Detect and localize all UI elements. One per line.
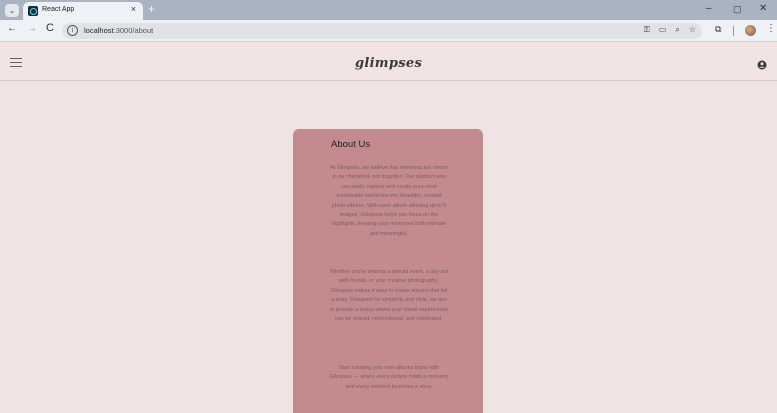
browser-menu-icon[interactable]: ⋮	[766, 23, 776, 34]
about-paragraph: Whether you're sharing a special event, …	[329, 269, 449, 323]
extensions-icon[interactable]: ⧉	[715, 24, 721, 35]
brand-logo[interactable]: glimpses	[0, 56, 777, 71]
browser-toolbar: ← → C i localhost:3000/about ⚿ ▭ ⌕ ☆ ⧉ ⋮	[0, 20, 777, 42]
about-title: About Us	[331, 139, 371, 150]
account-circle-icon[interactable]	[757, 60, 767, 70]
minimize-button[interactable]: –	[706, 3, 712, 14]
about-paragraph: At Glimpses, we believe that moments are…	[330, 165, 448, 237]
tab-close-icon[interactable]: ×	[131, 4, 136, 14]
close-window-button[interactable]: ✕	[759, 3, 767, 14]
cast-icon[interactable]: ▭	[659, 25, 667, 35]
site-info-icon[interactable]: i	[67, 25, 78, 36]
react-favicon-icon	[28, 6, 38, 16]
tab-title: React App	[42, 6, 75, 13]
app-header: glimpses	[0, 43, 777, 81]
forward-button[interactable]: →	[27, 23, 37, 34]
about-card: About Us At Glimpses, we believe that mo…	[293, 129, 483, 413]
toolbar-divider	[733, 26, 734, 36]
url-path: :3000/about	[113, 26, 154, 35]
about-paragraph: Start creating your own albums today wit…	[329, 365, 449, 390]
omnibox-actions: ⚿ ▭ ⌕ ☆	[644, 25, 696, 35]
browser-tab[interactable]: React App ×	[23, 2, 143, 20]
new-tab-button[interactable]: +	[148, 2, 155, 16]
reload-button[interactable]: C	[46, 22, 54, 34]
browser-tab-strip: ⌄ React App × + – ▢ ✕	[0, 0, 777, 20]
password-key-icon[interactable]: ⚿	[644, 25, 650, 35]
address-bar[interactable]: i localhost:3000/about ⚿ ▭ ⌕ ☆	[62, 23, 702, 39]
zoom-icon[interactable]: ⌕	[675, 25, 679, 35]
profile-avatar[interactable]	[745, 25, 756, 36]
maximize-button[interactable]: ▢	[733, 4, 742, 15]
bookmark-star-icon[interactable]: ☆	[689, 25, 696, 35]
url-host: localhost	[84, 26, 114, 35]
tab-search-button[interactable]: ⌄	[5, 4, 19, 17]
url-text[interactable]: localhost:3000/about	[84, 26, 153, 35]
back-button[interactable]: ←	[7, 23, 17, 34]
